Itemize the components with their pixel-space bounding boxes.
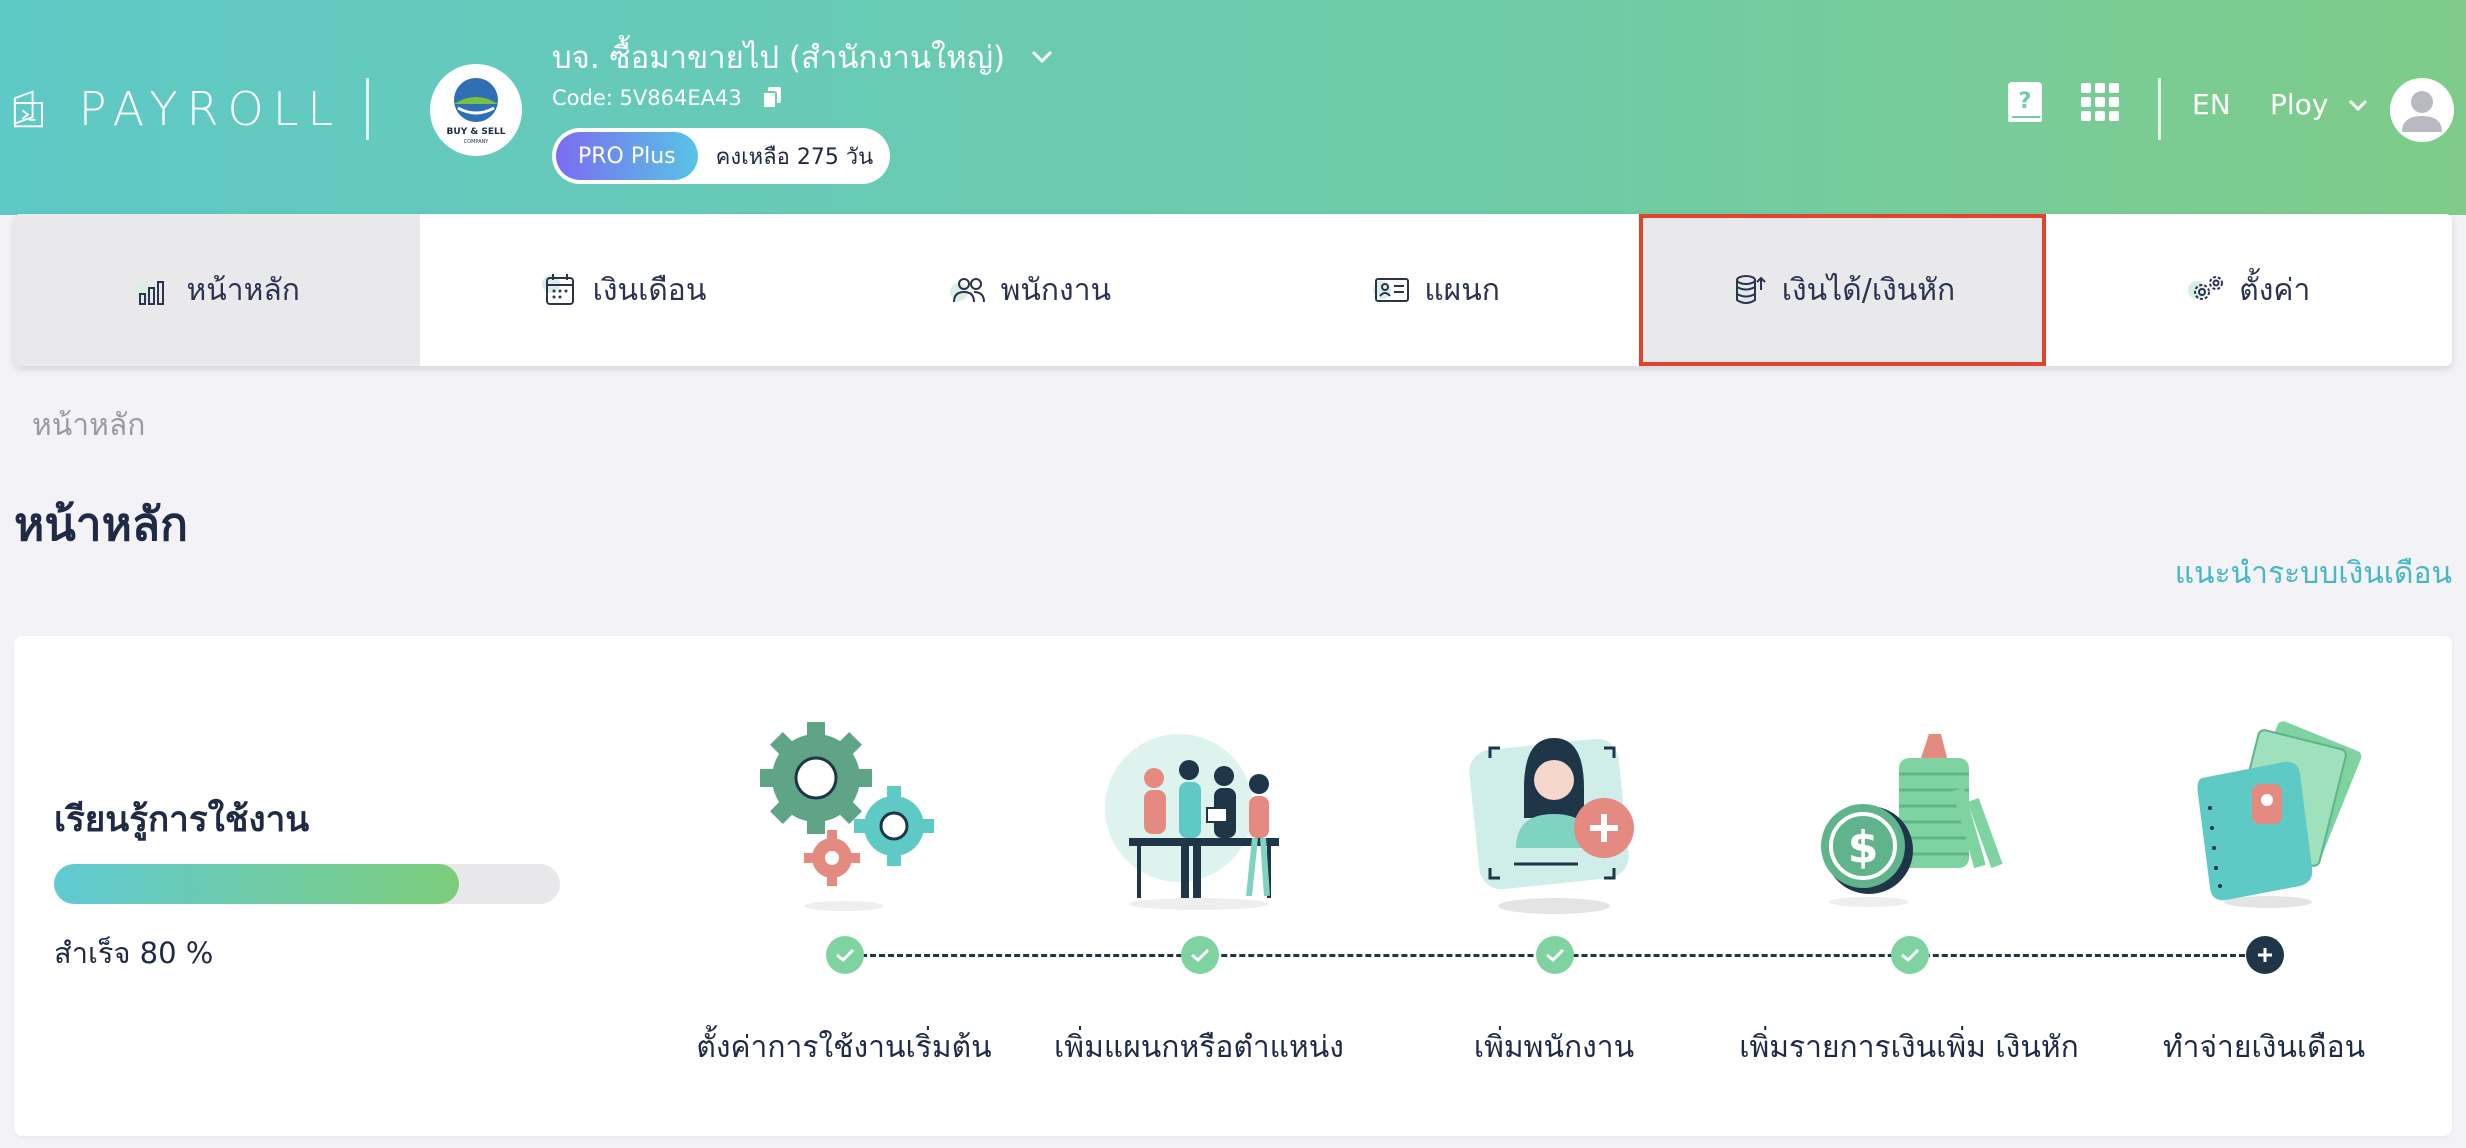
step-label: เพิ่มแผนกหรือตำแหน่ง (1054, 1030, 1344, 1065)
coins-icon (1730, 275, 1766, 304)
step-pay-salary[interactable]: ทำจ่ายเงินเดือน (2074, 636, 2454, 1136)
step-done-check (826, 936, 864, 974)
step-done-check (1181, 936, 1219, 974)
add-employee-illustration-icon (1469, 738, 1634, 914)
step-add-employee[interactable]: เพิ่มพนักงาน (1364, 636, 1744, 1136)
company-name: บจ. ซื้อมาขายไป (สำนักงานใหญ่) (552, 40, 1006, 76)
tab-employees-label: พนักงาน (1000, 272, 1112, 308)
check-icon (1191, 948, 1210, 963)
user-menu[interactable]: Ploy (2270, 88, 2368, 121)
step-label: ตั้งค่าการใช้งานเริ่มต้น (696, 1030, 992, 1065)
tab-departments[interactable]: แผนก (1233, 214, 1639, 366)
company-code: Code: 5V864EA43 (552, 86, 742, 110)
svg-text:?: ? (2019, 89, 2032, 114)
tab-income-deduction[interactable]: เงินได้/เงินหัก (1639, 214, 2046, 366)
company-selector[interactable]: บจ. ซื้อมาขายไป (สำนักงานใหญ่) (552, 32, 1053, 82)
step-label: เพิ่มรายการเงินเพิ่ม เงินหัก (1739, 1030, 2079, 1065)
step-add-department[interactable]: เพิ่มแผนกหรือตำแหน่ง (1009, 636, 1389, 1136)
user-name: Ploy (2270, 88, 2329, 121)
progress-fill (54, 864, 459, 904)
tab-settings-label: ตั้งค่า (2239, 272, 2311, 308)
progress-bar (54, 864, 560, 904)
check-icon (1901, 948, 1920, 963)
user-avatar-icon (2402, 91, 2442, 132)
copy-icon[interactable] (761, 86, 782, 110)
plan-badge: PRO Plus (556, 132, 698, 180)
step-pending-plus (2246, 936, 2284, 974)
company-logo: BUY & SELL COMPANY (430, 64, 522, 156)
main-nav: หน้าหลัก เงินเดือน พนักงาน แผนก เงินได้/… (14, 214, 2452, 366)
learning-card: เรียนรู้การใช้งาน สำเร็จ 80 % ตั้งค่าการ… (14, 636, 2452, 1136)
id-card-icon (1373, 278, 1410, 302)
top-header: PAYROLL BUY & SELL COMPANY บจ. ซื้อมาขาย… (0, 0, 2466, 215)
step-initial-setup[interactable]: ตั้งค่าการใช้งานเริ่มต้น (654, 636, 1034, 1136)
plan-status: PRO Plus คงเหลือ 275 วัน (552, 128, 890, 184)
svg-text:$: $ (1848, 822, 1879, 873)
header-right-divider (2158, 78, 2161, 140)
tab-income-deduction-label: เงินได้/เงินหัก (1781, 272, 1956, 308)
step-label: ทำจ่ายเงินเดือน (2162, 1030, 2366, 1065)
calendar-icon (541, 274, 574, 305)
header-divider (366, 78, 369, 140)
payroll-guide-link[interactable]: แนะนำระบบเงินเดือน (2175, 550, 2452, 597)
plus-icon (2258, 948, 2272, 962)
breadcrumb[interactable]: หน้าหลัก (32, 402, 145, 449)
tab-settings[interactable]: ตั้งค่า (2046, 214, 2452, 366)
wallet-illustration-icon (2197, 721, 2362, 908)
check-icon (1546, 948, 1565, 963)
page-title: หน้าหลัก (14, 497, 188, 551)
tab-home[interactable]: หน้าหลัก (14, 214, 421, 366)
chevron-down-icon (1032, 50, 1053, 64)
payroll-logo-icon (13, 90, 43, 128)
team-illustration-icon (1105, 734, 1279, 910)
tab-home-label: หน้าหลัก (186, 272, 300, 308)
plan-remaining-days: คงเหลือ 275 วัน (715, 144, 874, 170)
gears-icon (2188, 276, 2224, 300)
step-done-check (1891, 936, 1929, 974)
users-icon (949, 278, 985, 303)
help-book-icon[interactable]: ? (2006, 80, 2044, 124)
avatar[interactable] (2390, 78, 2454, 142)
check-icon (836, 948, 855, 963)
company-logo-subtext: COMPANY (464, 139, 490, 145)
bar-chart-icon (135, 281, 165, 305)
gears-illustration-icon (760, 722, 934, 911)
payroll-logo[interactable]: PAYROLL (12, 66, 342, 152)
step-label: เพิ่มพนักงาน (1473, 1030, 1635, 1065)
company-code-row: Code: 5V864EA43 (552, 86, 782, 110)
tab-salary[interactable]: เงินเดือน (420, 214, 826, 366)
logo-text: PAYROLL (78, 82, 342, 136)
step-done-check (1536, 936, 1574, 974)
apps-grid-icon[interactable] (2080, 82, 2120, 122)
progress-text: สำเร็จ 80 % (54, 936, 214, 970)
learning-title: เรียนรู้การใช้งาน (54, 800, 310, 840)
language-switch[interactable]: EN (2192, 88, 2231, 121)
company-logo-text: BUY & SELL (447, 127, 506, 137)
coins-illustration-icon: $ (1821, 734, 2003, 907)
tab-departments-label: แผนก (1424, 272, 1500, 308)
chevron-down-icon (2349, 99, 2368, 111)
step-add-income-deduction[interactable]: $ เพิ่มรายการเงินเพิ่ม เงินหัก (1719, 636, 2099, 1136)
tab-employees[interactable]: พนักงาน (827, 214, 1233, 366)
tab-salary-label: เงินเดือน (592, 272, 707, 308)
